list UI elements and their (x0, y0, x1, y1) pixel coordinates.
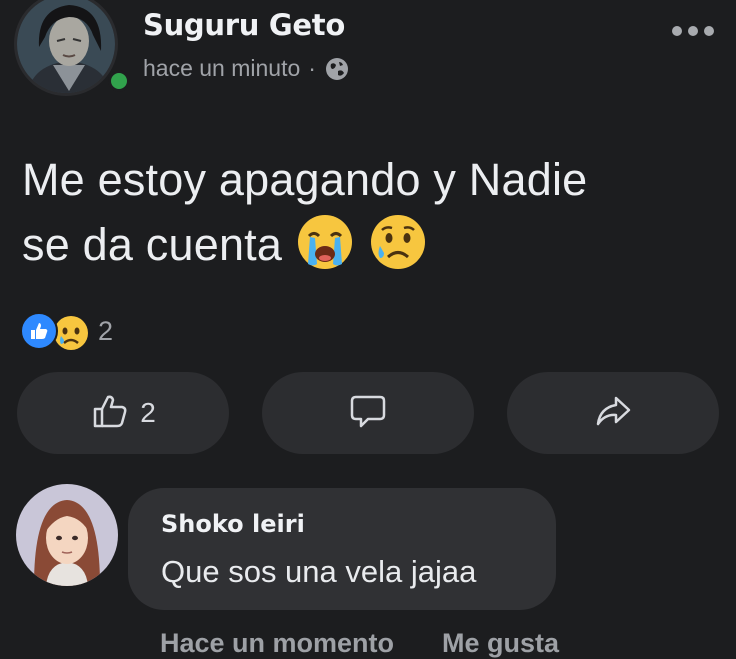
online-status-dot (108, 70, 130, 92)
meta-separator: · (308, 55, 316, 81)
share-button[interactable] (507, 372, 719, 454)
more-dot-icon (688, 26, 698, 36)
post-text-line: Me estoy apagando y Nadie (22, 154, 588, 205)
globe-icon (324, 56, 350, 82)
like-reaction-icon (20, 312, 58, 350)
share-icon (593, 391, 633, 436)
comment-footer: Hace un momento Me gusta (160, 628, 559, 659)
comment-author-avatar[interactable] (16, 484, 118, 586)
post-timestamp[interactable]: hace un minuto (143, 55, 300, 82)
comment-icon (348, 391, 388, 436)
comment-timestamp[interactable]: Hace un momento (160, 628, 394, 659)
comment-author-name[interactable]: Shoko leiri (161, 510, 305, 538)
thumbs-up-icon (90, 391, 130, 436)
post-author-name[interactable]: Suguru Geto (143, 8, 345, 42)
comment-text: Que sos una vela jajaa (161, 554, 477, 589)
avatar (14, 0, 118, 96)
comment-like-link[interactable]: Me gusta (442, 628, 559, 659)
like-button[interactable]: 2 (17, 372, 229, 454)
reactions-summary[interactable]: 2 (20, 312, 113, 350)
post-text-line: se da cuenta (22, 219, 283, 270)
post-author-avatar[interactable] (14, 0, 130, 96)
post-meta: hace un minuto · (143, 55, 350, 82)
comment-bubble[interactable]: Shoko leiri Que sos una vela jajaa (128, 488, 556, 610)
reaction-count: 2 (98, 315, 114, 346)
more-options-button[interactable] (672, 26, 714, 36)
post-text: Me estoy apagando y Nadie se da cuenta (22, 148, 722, 277)
comment-button[interactable] (262, 372, 474, 454)
more-dot-icon (704, 26, 714, 36)
sad-but-relieved-face-icon (368, 212, 428, 272)
more-dot-icon (672, 26, 682, 36)
post-text-line-with-emoji: se da cuenta (22, 212, 722, 277)
loudly-crying-face-icon (295, 212, 355, 272)
like-count: 2 (140, 397, 156, 428)
